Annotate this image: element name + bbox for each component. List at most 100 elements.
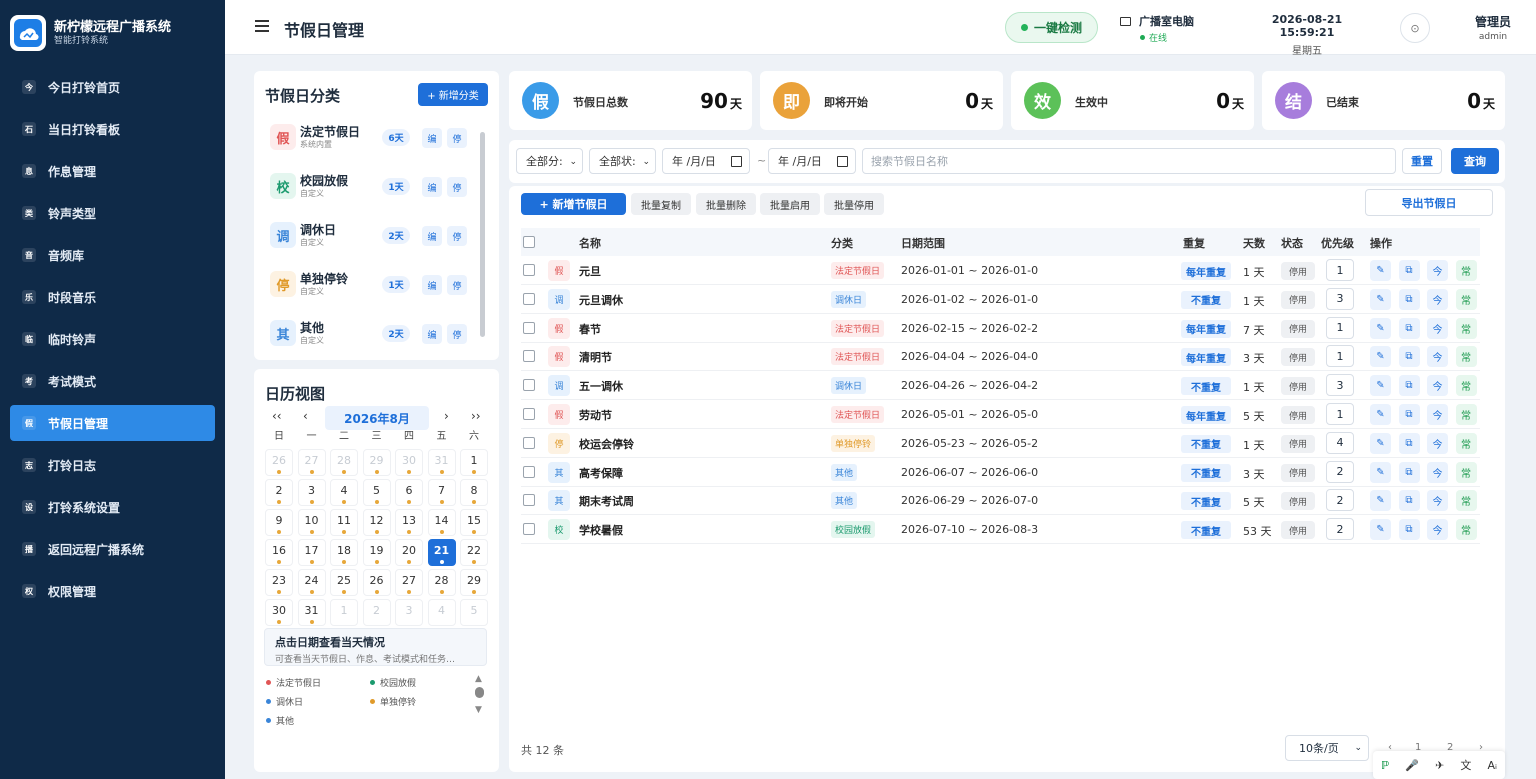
calendar-icon[interactable] <box>731 156 742 167</box>
edit-category-button[interactable]: 编 <box>422 275 442 295</box>
batch-enable-button[interactable]: 批量启用 <box>760 193 820 215</box>
next-year-button[interactable]: ›› <box>471 409 481 423</box>
prev-year-button[interactable]: ‹‹ <box>272 409 282 423</box>
sidebar-item-8[interactable]: 假节假日管理 <box>10 405 215 441</box>
col-status[interactable]: 状态 <box>1281 235 1303 251</box>
calendar-day[interactable]: 21 <box>427 539 456 566</box>
scroll-down-icon[interactable]: ▼ <box>475 705 482 715</box>
query-button[interactable]: 查询 <box>1451 148 1499 174</box>
calendar-day[interactable]: 23 <box>265 569 293 596</box>
row-checkbox[interactable] <box>523 465 535 478</box>
edit-icon[interactable]: ✎ <box>1370 432 1391 454</box>
calendar-day[interactable]: 13 <box>395 509 423 536</box>
today-icon[interactable]: 今 <box>1427 519 1448 541</box>
calendar-day[interactable]: 5 <box>362 479 391 506</box>
today-icon[interactable]: 今 <box>1427 288 1448 310</box>
calendar-day[interactable]: 1 <box>460 449 488 476</box>
disable-category-button[interactable]: 停 <box>447 177 467 197</box>
edit-category-button[interactable]: 编 <box>422 226 442 246</box>
edit-icon[interactable]: ✎ <box>1370 519 1391 541</box>
menu-toggle-icon[interactable] <box>255 20 269 32</box>
today-icon[interactable]: 今 <box>1427 461 1448 483</box>
category-item[interactable]: 其其他 自定义 2天编停 <box>270 317 470 351</box>
disable-category-button[interactable]: 停 <box>447 324 467 344</box>
batch-disable-button[interactable]: 批量停用 <box>824 193 884 215</box>
calendar-day[interactable]: 4 <box>330 479 358 506</box>
user-menu[interactable]: 管理员 admin <box>1463 13 1523 42</box>
today-icon[interactable]: 今 <box>1427 404 1448 425</box>
calendar-day[interactable]: 11 <box>330 509 358 536</box>
col-name[interactable]: 名称 <box>579 235 601 251</box>
calendar-day[interactable]: 22 <box>460 539 488 566</box>
edit-icon[interactable]: ✎ <box>1370 288 1391 310</box>
normal-icon[interactable]: 常 <box>1455 375 1477 397</box>
reset-button[interactable]: 重置 <box>1402 148 1442 174</box>
calendar-day[interactable]: 26 <box>265 449 293 476</box>
calendar-day[interactable]: 3 <box>297 479 326 506</box>
disable-category-button[interactable]: 停 <box>447 275 467 295</box>
copy-icon[interactable]: ⧉ <box>1398 346 1420 368</box>
calendar-day[interactable]: 8 <box>460 479 488 506</box>
sidebar-item-0[interactable]: 今今日打铃首页 <box>10 69 215 105</box>
calendar-day[interactable]: 30 <box>395 449 423 476</box>
calendar-day[interactable]: 3 <box>395 599 423 626</box>
calendar-day[interactable]: 6 <box>395 479 423 506</box>
edit-icon[interactable]: ✎ <box>1370 461 1391 483</box>
col-days[interactable]: 天数 <box>1243 235 1265 251</box>
microphone-icon[interactable]: 🎤 <box>1405 759 1419 772</box>
calendar-day[interactable]: 25 <box>330 569 358 596</box>
settings-icon[interactable]: ⊙ <box>1400 13 1430 43</box>
edit-icon[interactable]: ✎ <box>1370 260 1391 281</box>
normal-icon[interactable]: 常 <box>1455 260 1477 281</box>
calendar-day[interactable]: 2 <box>265 479 293 506</box>
disable-category-button[interactable]: 停 <box>447 226 467 246</box>
copy-icon[interactable]: ⧉ <box>1398 260 1420 281</box>
copy-icon[interactable]: ⧉ <box>1398 519 1420 541</box>
edit-icon[interactable]: ✎ <box>1370 346 1391 368</box>
category-item[interactable]: 校校园放假 自定义 1天编停 <box>270 170 470 204</box>
scroll-up-icon[interactable]: ▲ <box>475 674 482 684</box>
copy-icon[interactable]: ⧉ <box>1398 375 1420 397</box>
today-icon[interactable]: 今 <box>1427 260 1448 281</box>
add-holiday-button[interactable]: + 新增节假日 <box>521 193 626 215</box>
priority-input[interactable]: 2 <box>1326 489 1354 512</box>
priority-input[interactable]: 3 <box>1326 287 1354 310</box>
calendar-day[interactable]: 31 <box>427 449 456 476</box>
calendar-day[interactable]: 10 <box>297 509 326 536</box>
calendar-day[interactable]: 17 <box>297 539 326 566</box>
row-checkbox[interactable] <box>523 494 535 507</box>
today-icon[interactable]: 今 <box>1427 375 1448 397</box>
copy-icon[interactable]: ⧉ <box>1398 317 1420 339</box>
calendar-day[interactable]: 31 <box>297 599 326 626</box>
sidebar-item-5[interactable]: 乐时段音乐 <box>10 279 215 315</box>
copy-icon[interactable]: ⧉ <box>1398 490 1420 512</box>
row-checkbox[interactable] <box>523 408 535 420</box>
calendar-day[interactable]: 29 <box>460 569 488 596</box>
calendar-icon[interactable] <box>837 156 848 167</box>
normal-icon[interactable]: 常 <box>1455 490 1477 512</box>
send-icon[interactable]: ✈ <box>1435 759 1444 772</box>
normal-icon[interactable]: 常 <box>1455 519 1477 541</box>
row-checkbox[interactable] <box>523 523 535 536</box>
calendar-day[interactable]: 19 <box>362 539 391 566</box>
scroll-thumb[interactable] <box>475 687 484 698</box>
end-date-input[interactable]: 年 /月/日 <box>768 148 856 174</box>
priority-input[interactable]: 1 <box>1326 345 1354 368</box>
row-checkbox[interactable] <box>523 292 535 305</box>
calendar-day[interactable]: 16 <box>265 539 293 566</box>
edit-category-button[interactable]: 编 <box>422 128 442 148</box>
category-item[interactable]: 假法定节假日 系统内置 6天编停 <box>270 121 470 155</box>
row-checkbox[interactable] <box>523 350 535 363</box>
batch-copy-button[interactable]: 批量复制 <box>631 193 691 215</box>
priority-input[interactable]: 4 <box>1326 431 1354 454</box>
calendar-day[interactable]: 29 <box>362 449 391 476</box>
calendar-day[interactable]: 7 <box>427 479 456 506</box>
col-category[interactable]: 分类 <box>831 235 853 251</box>
calendar-day[interactable]: 24 <box>297 569 326 596</box>
priority-input[interactable]: 2 <box>1326 460 1354 483</box>
ai-icon[interactable]: Aᵢ <box>1487 759 1497 772</box>
edit-icon[interactable]: ✎ <box>1370 404 1391 425</box>
status-filter-select[interactable]: 全部状: ⌄ <box>589 148 656 174</box>
calendar-day[interactable]: 9 <box>265 509 293 536</box>
calendar-day[interactable]: 28 <box>330 449 358 476</box>
